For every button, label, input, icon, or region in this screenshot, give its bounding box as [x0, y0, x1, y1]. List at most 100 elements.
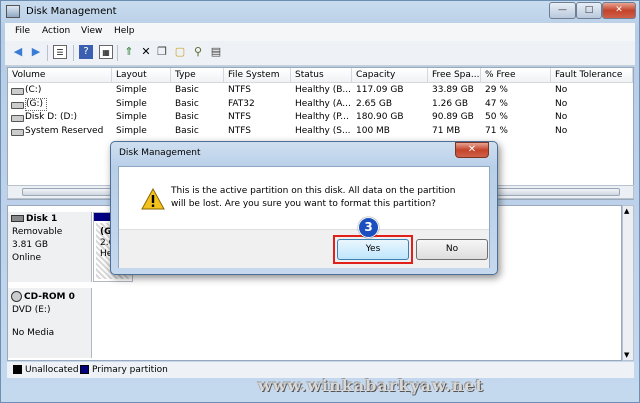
table-cell: Basic — [175, 112, 199, 122]
open-folder-icon[interactable]: ▢ — [173, 45, 187, 59]
scroll-down-icon[interactable]: ▼ — [624, 351, 629, 359]
table-cell: NTFS — [228, 85, 251, 95]
back-arrow-icon[interactable]: ◀ — [11, 45, 25, 59]
close-icon: ✕ — [615, 5, 623, 15]
menu-file[interactable]: File — [15, 26, 30, 36]
no-button[interactable]: No — [416, 239, 488, 260]
console-tree-icon[interactable]: ☰ — [53, 45, 67, 59]
disk-1-info[interactable]: Disk 1 Removable 3.81 GB Online — [8, 212, 92, 282]
dialog-title: Disk Management — [119, 148, 201, 158]
watermark-text: www.winkabarkyaw.net — [258, 376, 484, 395]
minimize-icon: — — [558, 5, 567, 15]
table-cell: 1.26 GB — [432, 98, 469, 109]
table-cell: Basic — [175, 85, 199, 95]
dialog-body: This is the active partition on this dis… — [118, 166, 490, 268]
properties-icon[interactable]: ▦ — [99, 45, 113, 59]
removable-disk-icon — [11, 215, 24, 222]
cd-rom-icon — [11, 291, 22, 302]
table-cell: No — [555, 112, 568, 122]
maximize-icon: □ — [584, 5, 594, 15]
menu-view[interactable]: View — [81, 26, 102, 36]
cdrom-0-type: DVD (E:) — [12, 305, 51, 315]
table-cell[interactable]: (G:) — [25, 97, 47, 111]
table-cell: Healthy (B... — [295, 85, 352, 95]
menu-bar: File Action View Help — [5, 23, 635, 41]
table-cell[interactable]: System Reserved — [25, 125, 111, 138]
table-cell: 29 % — [485, 85, 508, 95]
vertical-scrollbar[interactable]: ▲ ▼ — [622, 205, 634, 361]
close-button[interactable]: ✕ — [602, 2, 636, 19]
format-icon[interactable]: ▤ — [209, 45, 223, 59]
window-title: Disk Management — [26, 6, 117, 17]
table-cell: 180.90 GB — [356, 112, 404, 122]
legend-primary-partition: Primary partition — [92, 365, 168, 375]
table-cell: 33.89 GB — [432, 85, 474, 95]
table-cell: Basic — [175, 98, 199, 109]
warning-icon — [141, 188, 165, 210]
column-header-type[interactable]: Type — [171, 68, 224, 83]
table-cell: Simple — [116, 112, 147, 122]
column-header-capacity[interactable]: Capacity — [352, 68, 428, 83]
table-cell: 100 MB — [356, 125, 390, 136]
toolbar-divider — [47, 45, 48, 61]
disk-1-status: Online — [12, 253, 42, 263]
table-cell: Healthy (S... — [295, 125, 351, 136]
title-bar[interactable]: Disk Management — □ ✕ — [1, 1, 639, 23]
table-cell: 2.65 GB — [356, 98, 393, 109]
dialog-message: This is the active partition on this dis… — [171, 186, 456, 209]
table-cell[interactable]: (C:) — [25, 84, 111, 97]
toolbar-divider — [117, 45, 118, 61]
volume-icon — [11, 101, 24, 109]
paste-icon[interactable]: ❐ — [155, 45, 169, 59]
volume-icon — [11, 88, 24, 95]
table-cell: 50 % — [485, 112, 508, 122]
table-cell: Healthy (P... — [295, 112, 349, 122]
column-header-volume[interactable]: Volume — [8, 68, 112, 83]
table-cell: 71 % — [485, 125, 508, 136]
menu-action[interactable]: Action — [42, 26, 70, 36]
delete-icon[interactable]: ✕ — [139, 45, 153, 59]
column-header-fault-tolerance[interactable]: Fault Tolerance — [551, 68, 633, 83]
disk-1-size: 3.81 GB — [12, 240, 49, 250]
table-cell: Simple — [116, 85, 147, 95]
table-cell: 71 MB — [432, 125, 461, 136]
format-confirm-dialog: Disk Management ✕ This is the active par… — [110, 141, 498, 275]
minimize-button[interactable]: — — [549, 2, 576, 19]
dialog-button-bar: Yes No — [119, 229, 489, 268]
toolbar: ◀ ▶ ☰ ? ▦ ⇑ ✕ ❐ ▢ ⚲ ▤ — [5, 41, 635, 66]
cdrom-0-status: No Media — [12, 328, 55, 338]
cdrom-0-name: CD-ROM 0 — [24, 292, 75, 302]
dialog-close-button[interactable]: ✕ — [455, 142, 489, 158]
table-cell: NTFS — [228, 112, 251, 122]
legend-unallocated: Unallocated — [25, 365, 79, 375]
yes-button[interactable]: Yes — [337, 239, 409, 260]
toolbar-divider — [73, 45, 74, 61]
table-cell: No — [555, 85, 568, 95]
forward-arrow-icon[interactable]: ▶ — [29, 45, 43, 59]
column-header-layout[interactable]: Layout — [112, 68, 171, 83]
column-header-status[interactable]: Status — [291, 68, 352, 83]
disk-1-name: Disk 1 — [26, 214, 58, 224]
scroll-up-icon[interactable]: ▲ — [624, 207, 629, 215]
column-header-file-system[interactable]: File System — [224, 68, 291, 83]
menu-help[interactable]: Help — [114, 26, 135, 36]
table-cell: No — [555, 125, 568, 136]
table-cell: FAT32 — [228, 98, 255, 109]
table-cell[interactable]: Disk D: (D:) — [25, 111, 111, 124]
unallocated-swatch — [13, 365, 22, 374]
column-header-percent-free[interactable]: % Free — [481, 68, 551, 83]
help-icon[interactable]: ? — [79, 45, 93, 59]
primary-partition-swatch — [80, 365, 89, 374]
close-icon: ✕ — [467, 144, 477, 155]
table-cell: 117.09 GB — [356, 85, 404, 95]
step-number-badge: 3 — [358, 217, 379, 238]
column-header-free-space[interactable]: Free Spa... — [428, 68, 481, 83]
check-disk-icon[interactable]: ⇑ — [122, 45, 136, 59]
table-cell: 47 % — [485, 98, 508, 109]
table-cell: 90.89 GB — [432, 112, 474, 122]
table-cell: Basic — [175, 125, 199, 136]
table-cell: Simple — [116, 98, 147, 109]
maximize-button[interactable]: □ — [576, 2, 602, 19]
cdrom-0-info[interactable]: CD-ROM 0 DVD (E:) No Media — [8, 288, 92, 358]
search-icon[interactable]: ⚲ — [191, 45, 205, 59]
